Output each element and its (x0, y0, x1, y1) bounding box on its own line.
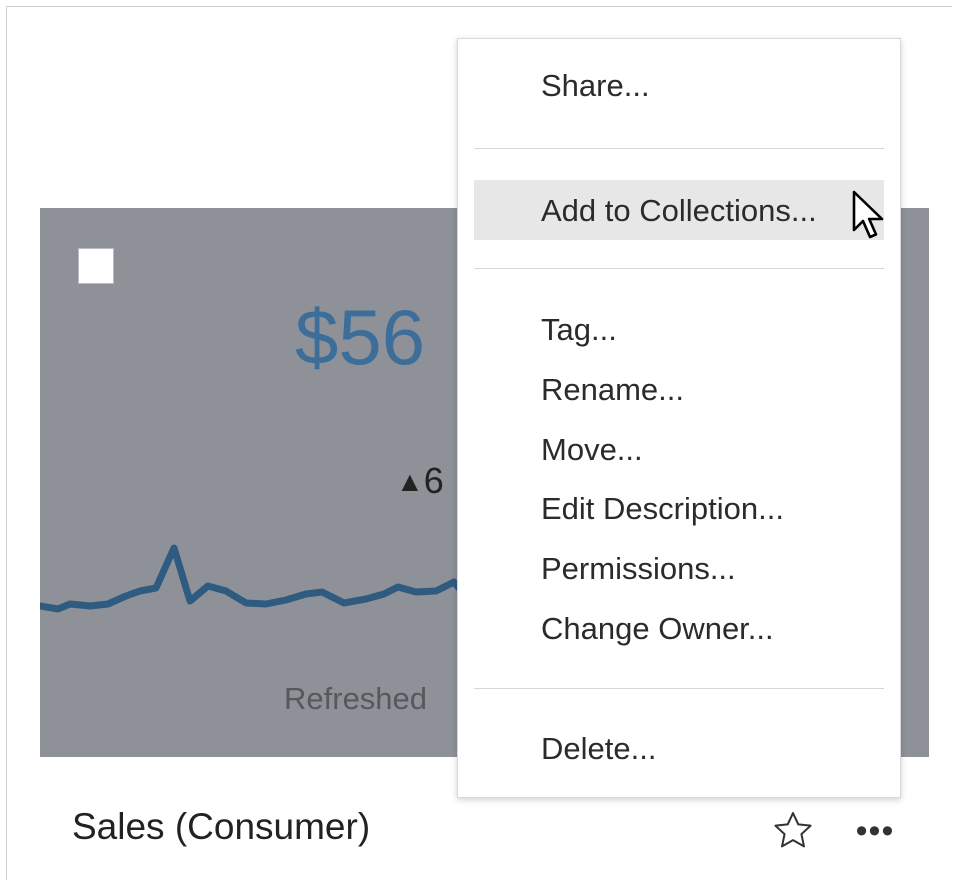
more-horizontal-icon: ••• (855, 812, 895, 850)
menu-item-share[interactable]: Share... (474, 70, 884, 101)
up-triangle-icon: ▲ (396, 466, 424, 497)
menu-item-move[interactable]: Move... (474, 434, 884, 465)
favorite-button[interactable] (770, 808, 816, 854)
delta-value: 6 (423, 460, 444, 501)
menu-item-add-to-collections[interactable]: Add to Collections... (474, 180, 884, 240)
menu-item-change-owner[interactable]: Change Owner... (474, 613, 884, 644)
menu-divider (474, 688, 884, 689)
context-menu: Share... Add to Collections... Tag... Re… (457, 38, 901, 798)
metric-value: $56 (295, 293, 426, 381)
menu-divider (474, 268, 884, 269)
menu-item-delete[interactable]: Delete... (474, 733, 884, 764)
menu-item-edit-description[interactable]: Edit Description... (474, 493, 884, 524)
refreshed-label: Refreshed (284, 681, 428, 716)
more-actions-button[interactable]: ••• (852, 812, 898, 850)
sparkline-line (40, 544, 504, 613)
menu-item-permissions[interactable]: Permissions... (474, 553, 884, 584)
select-checkbox[interactable] (78, 248, 114, 284)
star-outline-icon (774, 812, 812, 848)
card-title[interactable]: Sales (Consumer) (72, 806, 370, 848)
menu-item-tag[interactable]: Tag... (474, 314, 884, 345)
menu-item-rename[interactable]: Rename... (474, 374, 884, 405)
mouse-pointer-icon (852, 190, 884, 239)
metric-delta: ▲6 (396, 463, 444, 499)
menu-divider (474, 148, 884, 149)
